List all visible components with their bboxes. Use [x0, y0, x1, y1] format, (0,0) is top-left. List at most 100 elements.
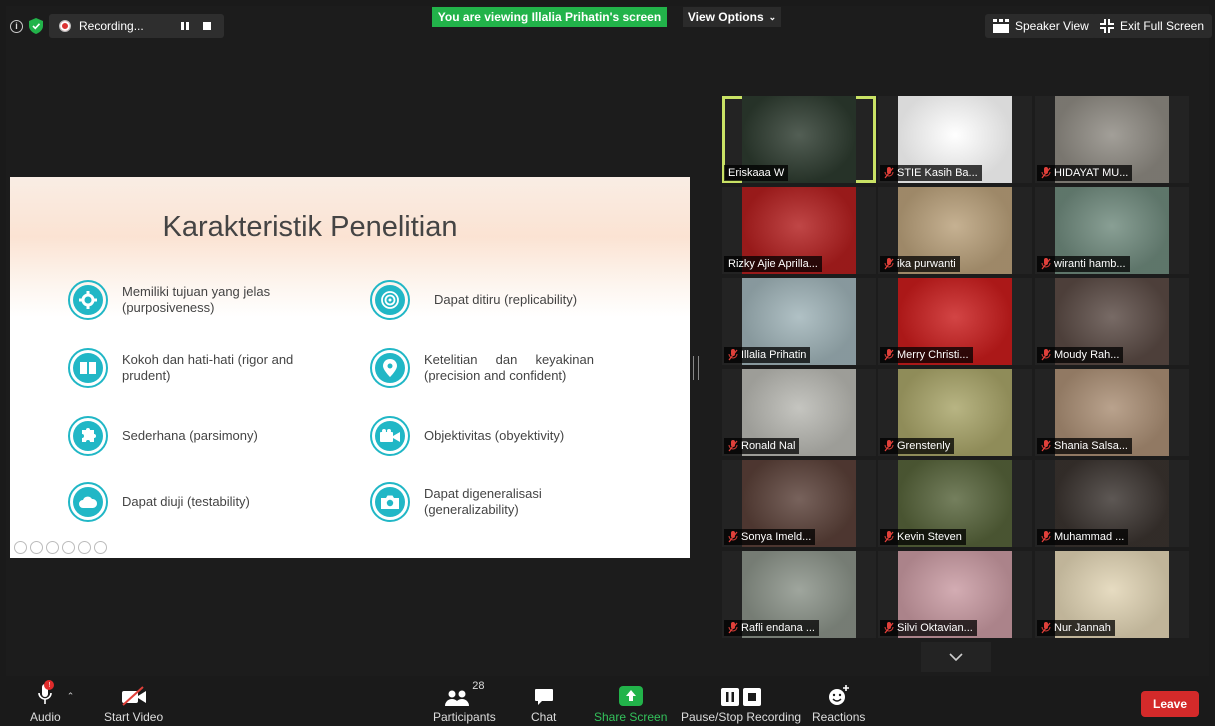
slides-grid-icon[interactable] — [62, 541, 75, 554]
audio-alert-icon: ! — [44, 680, 55, 690]
pause-recording-icon[interactable] — [178, 19, 192, 33]
muted-mic-icon — [1041, 349, 1051, 361]
muted-mic-icon — [728, 622, 738, 634]
muted-mic-icon — [884, 167, 894, 179]
speaker-view-button[interactable]: Speaker View — [985, 14, 1097, 38]
participant-name-tag: Eriskaaa W — [724, 165, 789, 181]
pause-stop-recording-button[interactable]: Pause/Stop Recording — [681, 680, 801, 724]
pen-icon[interactable] — [46, 541, 59, 554]
participant-name: Merry Christi... — [897, 349, 969, 361]
shield-icon[interactable] — [29, 18, 43, 34]
participant-tile[interactable]: Merry Christi... — [878, 278, 1032, 365]
muted-mic-icon — [1041, 622, 1051, 634]
participant-tile[interactable]: Moudy Rah... — [1035, 278, 1189, 365]
leave-button[interactable]: Leave — [1141, 691, 1199, 717]
participant-name: Sonya Imeld... — [741, 531, 812, 543]
participants-button[interactable]: 28 Participants — [433, 680, 496, 724]
reactions-button[interactable]: Reactions — [812, 680, 865, 724]
slideshow-toolbar — [14, 541, 107, 554]
muted-mic-icon — [728, 440, 738, 452]
participant-tile[interactable]: Rizky Ajie Aprilla... — [722, 187, 876, 274]
participant-name: Illalia Prihatin — [741, 349, 807, 361]
slide-item-rigor: Kokoh dan hati-hati (rigor and prudent) — [68, 348, 328, 388]
slide-item-text: Memiliki tujuan yang jelas (purposivenes… — [122, 284, 271, 315]
view-options-button[interactable]: View Options ⌄ — [683, 7, 781, 27]
start-video-button[interactable]: Start Video — [104, 680, 163, 724]
slide-title: Karakteristik Penelitian — [162, 211, 458, 243]
slide-item-text: Dapat ditiru (replicability) — [434, 292, 578, 307]
exit-fullscreen-button[interactable]: Exit Full Screen — [1092, 14, 1213, 38]
participant-name: Ronald Nal — [741, 440, 796, 452]
location-pin-icon — [370, 348, 410, 388]
share-screen-button[interactable]: Share Screen — [594, 680, 667, 724]
participant-name-tag: Rafli endana ... — [724, 620, 819, 636]
participants-icon — [445, 690, 470, 706]
participant-name-tag: Merry Christi... — [880, 347, 973, 363]
muted-mic-icon — [728, 349, 738, 361]
slide-item-generalizability: Dapat digeneralisasi (generalizability) — [370, 482, 670, 522]
participant-tile[interactable]: Muhammad ... — [1035, 460, 1189, 547]
participant-tile[interactable]: Kevin Steven — [878, 460, 1032, 547]
view-options-label: View Options — [687, 10, 764, 24]
chat-label: Chat — [531, 710, 557, 724]
puzzle-icon — [68, 416, 108, 456]
participant-tile[interactable]: Illalia Prihatin — [722, 278, 876, 365]
participant-tile[interactable]: Rafli endana ... — [722, 551, 876, 638]
participant-tile[interactable]: ika purwanti — [878, 187, 1032, 274]
book-icon — [68, 348, 108, 388]
participant-name-tag: STIE Kasih Ba... — [880, 165, 982, 181]
slide-next-icon[interactable] — [30, 541, 43, 554]
chevron-down-icon: ⌄ — [768, 11, 777, 22]
reactions-icon — [828, 685, 849, 705]
gallery-next-page-button[interactable] — [921, 642, 991, 672]
participant-tile[interactable]: Silvi Oktavian... — [878, 551, 1032, 638]
participant-name-tag: Grenstenly — [880, 438, 955, 454]
participant-name: Nur Jannah — [1054, 622, 1111, 634]
participant-name: ika purwanti — [897, 258, 956, 270]
participant-tile[interactable]: Eriskaaa W — [722, 96, 876, 183]
participant-name-tag: Rizky Ajie Aprilla... — [724, 256, 822, 272]
participant-name: Kevin Steven — [897, 531, 962, 543]
more-options-icon[interactable] — [94, 541, 107, 554]
slide-item-objectivity: Objektivitas (obyektivity) — [370, 416, 670, 456]
slide-item-purposiveness: Memiliki tujuan yang jelas (purposivenes… — [68, 280, 328, 320]
participants-count: 28 — [472, 680, 485, 692]
participant-tile[interactable]: Shania Salsa... — [1035, 369, 1189, 456]
speaker-view-icon — [993, 19, 1009, 33]
exit-fullscreen-icon — [1100, 19, 1114, 33]
participant-name: Eriskaaa W — [728, 167, 785, 179]
info-icon[interactable]: i — [10, 19, 23, 33]
caret-up-icon[interactable]: ⌃ — [67, 691, 75, 702]
participant-tile[interactable]: wiranti hamb... — [1035, 187, 1189, 274]
slide-item-precision: Ketelitian dan keyakinan (precision and … — [370, 348, 670, 388]
participant-tile[interactable]: Ronald Nal — [722, 369, 876, 456]
recording-dot-icon — [59, 20, 71, 32]
zoom-icon[interactable] — [78, 541, 91, 554]
split-view-divider[interactable] — [693, 356, 699, 380]
recording-label: Recording... — [79, 19, 144, 33]
participant-name-tag: Illalia Prihatin — [724, 347, 811, 363]
participant-tile[interactable]: Sonya Imeld... — [722, 460, 876, 547]
slide-prev-icon[interactable] — [14, 541, 27, 554]
chat-button[interactable]: Chat — [531, 680, 556, 724]
participant-name: Rafli endana ... — [741, 622, 815, 634]
audio-label: Audio — [30, 710, 61, 724]
viewing-screen-banner: You are viewing Illalia Prihatin's scree… — [432, 7, 667, 27]
muted-mic-icon — [884, 622, 894, 634]
slide-item-text: Dapat digeneralisasi (generalizability) — [424, 486, 542, 517]
participant-name: Moudy Rah... — [1054, 349, 1120, 361]
slide-item-replicability: Dapat ditiru (replicability) — [370, 280, 670, 320]
stop-recording-icon[interactable] — [200, 19, 214, 33]
participant-tile[interactable]: STIE Kasih Ba... — [878, 96, 1032, 183]
muted-mic-icon — [1041, 440, 1051, 452]
reactions-label: Reactions — [812, 710, 866, 724]
muted-mic-icon — [1041, 258, 1051, 270]
participant-tile[interactable]: HIDAYAT MU... — [1035, 96, 1189, 183]
muted-mic-icon — [728, 531, 738, 543]
participant-tile[interactable]: Nur Jannah — [1035, 551, 1189, 638]
audio-button[interactable]: ! ⌃ Audio — [30, 680, 74, 724]
chat-icon — [534, 689, 553, 705]
participant-tile[interactable]: Grenstenly — [878, 369, 1032, 456]
muted-mic-icon — [1041, 167, 1051, 179]
participant-name-tag: Silvi Oktavian... — [880, 620, 977, 636]
